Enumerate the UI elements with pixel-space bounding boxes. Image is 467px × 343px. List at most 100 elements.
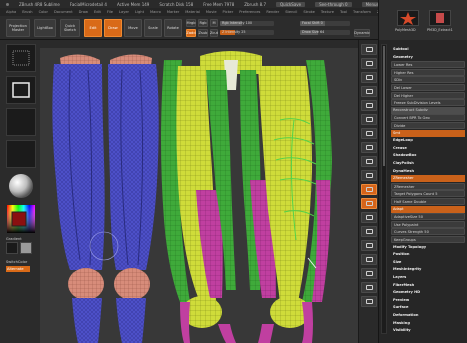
tray-visibility[interactable]: Visibility [391, 327, 465, 334]
zoom-icon[interactable] [361, 86, 377, 97]
menu-file[interactable]: File [107, 10, 113, 14]
floor-icon[interactable] [361, 142, 377, 153]
menu-layer[interactable]: Layer [119, 10, 129, 14]
menu-material[interactable]: Material [185, 10, 200, 14]
tray-surface[interactable]: Surface [391, 304, 465, 311]
bpr-icon[interactable] [361, 44, 377, 55]
texture-slot[interactable] [6, 140, 36, 168]
quick-sketch-button[interactable]: Quick Sketch [60, 19, 80, 37]
tray-higher-res[interactable]: Higher Res [391, 68, 465, 76]
spix-icon[interactable] [361, 58, 377, 69]
tray-edgeloop[interactable]: EdgeLoop [391, 137, 465, 144]
tray-shadowbox[interactable]: ShadowBox [391, 152, 465, 159]
scale-button[interactable]: Scale [144, 19, 162, 37]
menu-edit[interactable]: Edit [94, 10, 101, 14]
alpha-slot[interactable] [6, 108, 36, 136]
see-through-slider[interactable]: See-through 0 [315, 1, 352, 7]
dynamic-button[interactable]: Dynamic [354, 29, 370, 37]
zsub-button[interactable]: Zsub [198, 29, 208, 37]
solo-icon[interactable] [361, 282, 377, 293]
tray-lower-res[interactable]: Lower Res [391, 61, 465, 69]
extract-thumbnail[interactable] [429, 10, 451, 26]
tray-smt[interactable]: Smt [391, 129, 465, 137]
tray-modify-topology[interactable]: Modify Topology [391, 244, 465, 251]
transp-icon[interactable] [361, 268, 377, 279]
tray-convert-bpr-to-geo[interactable]: Convert BPR To Geo [391, 114, 465, 122]
tray-preview[interactable]: Preview [391, 297, 465, 304]
tray-curves-strength-50[interactable]: Curves Strength 50 [391, 228, 465, 236]
model-viewport[interactable] [40, 40, 358, 343]
tray-reconstruct-subdiv[interactable]: Reconstruct Subdiv [391, 106, 465, 114]
move-icon[interactable] [361, 212, 377, 223]
projection-master-button[interactable]: Projection Master [6, 19, 30, 37]
rgb-button[interactable]: Rgb [198, 19, 208, 27]
polymesh-thumbnail[interactable] [397, 10, 419, 26]
tray-half-same-double[interactable]: Half Same Double [391, 198, 465, 205]
stroke-slot[interactable] [6, 76, 36, 104]
color-picker[interactable] [6, 204, 36, 236]
material-slot[interactable] [6, 172, 36, 200]
tray-geometry-hd[interactable]: Geometry HD [391, 289, 465, 296]
menu-tool[interactable]: Tool [340, 10, 347, 14]
menu-alpha[interactable]: Alpha [6, 10, 16, 14]
menu-picker[interactable]: Picker [223, 10, 234, 14]
rotate-icon[interactable] [361, 240, 377, 251]
tray-masking[interactable]: Masking [391, 320, 465, 327]
polyf-icon[interactable] [361, 254, 377, 265]
menu-movie[interactable]: Movie [206, 10, 217, 14]
tray-target-polygons-count-5[interactable]: Target Polygons Count 5 [391, 190, 465, 198]
menu-brush[interactable]: Brush [22, 10, 32, 14]
menu-stencil[interactable]: Stencil [285, 10, 297, 14]
tray-del-higher[interactable]: Del Higher [391, 91, 465, 99]
tray-meshintegrity[interactable]: MeshIntegrity [391, 266, 465, 273]
document-canvas[interactable] [40, 40, 358, 343]
tray-fibermesh[interactable]: FiberMesh [391, 282, 465, 289]
tray-subtool[interactable]: Subtool [391, 46, 465, 53]
rgb-intensity-slider[interactable]: Rgb Intensity 100 [220, 21, 274, 26]
tray-scroll-thumb[interactable] [383, 46, 385, 166]
menu-texture[interactable]: Texture [321, 10, 334, 14]
actual-icon[interactable] [361, 100, 377, 111]
alternate-button[interactable]: Alternate [6, 266, 30, 272]
draw-size-slider[interactable]: Draw Size 64 [300, 30, 350, 35]
tray-dynamesh[interactable]: DynaMesh [391, 168, 465, 175]
persp-icon[interactable] [361, 128, 377, 139]
menu-preferences[interactable]: Preferences [239, 10, 260, 14]
xyz-icon[interactable] [361, 184, 377, 195]
m-button[interactable]: M [210, 19, 218, 27]
tray-sdiv[interactable]: SDiv [391, 76, 465, 84]
tray-adaptivesize-50[interactable]: AdaptiveSize 50 [391, 213, 465, 221]
draw-button[interactable]: Draw [104, 19, 122, 37]
lsym-icon[interactable] [361, 170, 377, 181]
tray-adapt[interactable]: Adapt [391, 205, 465, 213]
tray-freeze-subdivision-levels[interactable]: Freeze SubDivision Levels [391, 99, 465, 107]
aahalf-icon[interactable] [361, 114, 377, 125]
tray-del-lower[interactable]: Del Lower [391, 84, 465, 91]
menu-marker[interactable]: Marker [167, 10, 179, 14]
tray-size[interactable]: Size [391, 259, 465, 266]
menu-draw[interactable]: Draw [79, 10, 88, 14]
secondary-color-swatch[interactable] [6, 242, 18, 254]
lightbox-button[interactable]: LightBox [34, 19, 56, 37]
tray-keepgroups[interactable]: KeepGroups [391, 236, 465, 243]
local-icon[interactable] [361, 156, 377, 167]
primary-color-swatch[interactable] [20, 242, 32, 254]
mrgb-button[interactable]: Mrgb [186, 19, 196, 27]
tray-zremesher[interactable]: ZRemesher [391, 175, 465, 183]
tray-zremesher[interactable]: ZRemesher [391, 182, 465, 190]
tray-layers[interactable]: Layers [391, 274, 465, 281]
brush-slot[interactable] [6, 44, 36, 72]
tray-crease[interactable]: Crease [391, 145, 465, 152]
tray-use-polypaint[interactable]: Use Polypaint [391, 220, 465, 228]
tray-deformation[interactable]: Deformation [391, 312, 465, 319]
menu-document[interactable]: Document [54, 10, 73, 14]
zadd-button[interactable]: Zadd [186, 29, 196, 37]
quicksave-button[interactable]: QuickSave [276, 1, 306, 7]
gradient-swatches[interactable] [6, 242, 34, 256]
xpose-icon[interactable] [361, 296, 377, 307]
menu-light[interactable]: Light [135, 10, 144, 14]
tray-position[interactable]: Position [391, 251, 465, 258]
menu-stroke[interactable]: Stroke [303, 10, 314, 14]
scale-icon[interactable] [361, 226, 377, 237]
frame-icon[interactable] [361, 198, 377, 209]
